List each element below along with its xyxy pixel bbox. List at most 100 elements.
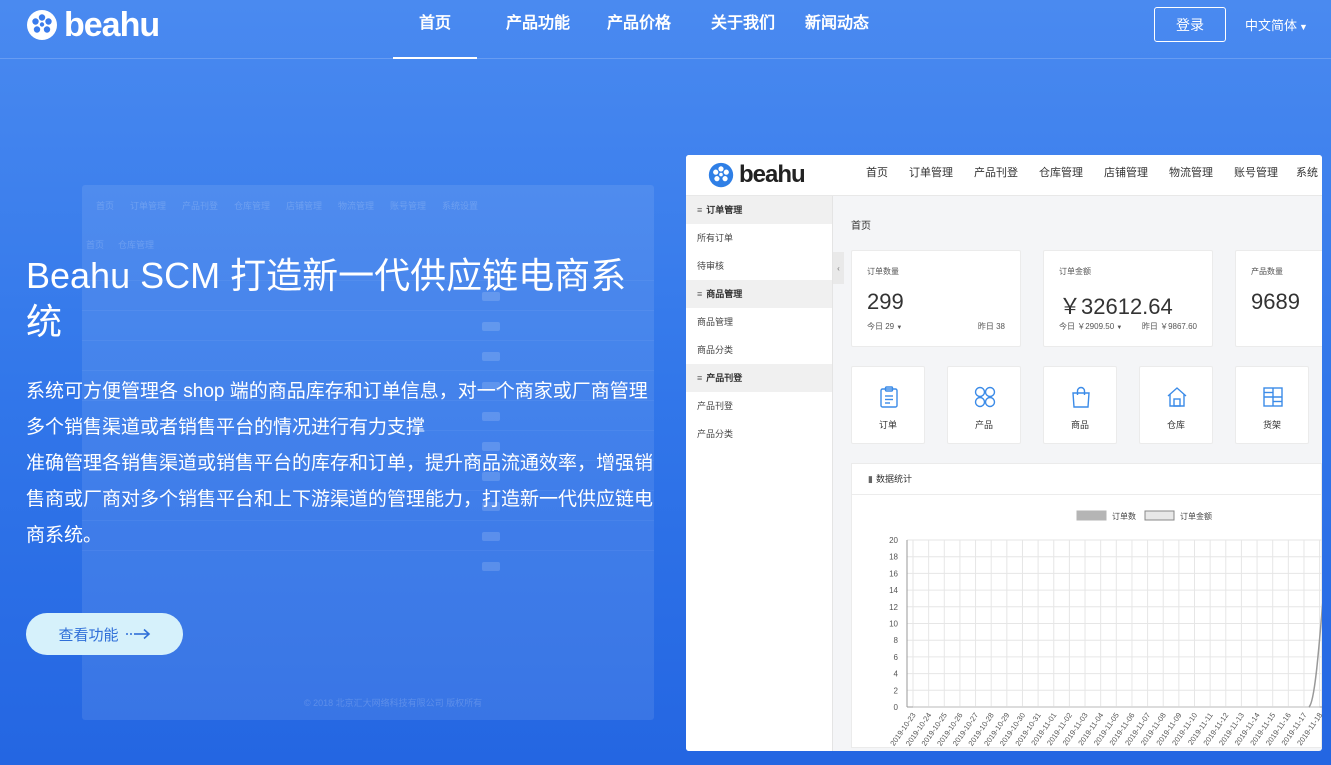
clipboard-icon [880, 386, 898, 408]
main-nav: 首页 产品功能 产品价格 关于我们 新闻动态 [393, 0, 877, 59]
stat-value: 9689 [1251, 289, 1300, 314]
tile-label: 货架 [1262, 420, 1281, 430]
brand-logo[interactable]: beahu [26, 6, 160, 44]
chart-header: ▮ 数据统计 [852, 464, 1321, 495]
ghost-row-divider [82, 370, 654, 371]
mock-nav-home[interactable]: 首页 [866, 155, 909, 196]
statistics-chart: 024681012141618202019-10-232019-10-24201… [888, 510, 1322, 748]
stat-card-order-count: 订单数量 299 今日 29 ▼ 昨日 38 [851, 250, 1021, 347]
sidebar-item-goods-category[interactable]: 商品分类 [686, 336, 832, 364]
ghost-status-pill [482, 352, 500, 361]
mock-nav-listing[interactable]: 产品刊登 [974, 155, 1039, 196]
app-screenshot-mockup: beahu 首页 订单管理 产品刊登 仓库管理 店铺管理 物流管理 账号管理 系… [686, 155, 1322, 751]
stat-value: ￥32612.64 [1059, 294, 1173, 319]
mock-brand-logo: beahu [708, 161, 806, 189]
stat-today: 今日 ￥2909.50 ▼ [1059, 321, 1122, 332]
ghost-crumb-home: 首页 [86, 240, 105, 250]
caret-down-icon: ▼ [896, 325, 903, 331]
tile-label: 仓库 [1166, 420, 1185, 430]
ghost-nav-item: 店铺管理 [286, 201, 323, 211]
sidebar-item-pending-review[interactable]: 待审核 [686, 252, 832, 280]
sidebar-group-label: 产品刊登 [706, 373, 743, 383]
y-tick-label: 10 [889, 620, 898, 629]
stat-card-product-count: 产品数量 9689 [1235, 250, 1322, 347]
mock-nav-system[interactable]: 系统 [1296, 155, 1322, 196]
sidebar-group-orders[interactable]: ≡ 订单管理 [686, 196, 832, 224]
y-tick-label: 16 [889, 569, 898, 578]
list-icon: ≡ [697, 289, 703, 299]
tile-label: 商品 [1070, 420, 1089, 430]
mock-sidebar: ≡ 订单管理 所有订单 待审核 ≡ 商品管理 商品管理 商品分类 ≡ 产品刊登 产品刊… [686, 196, 833, 751]
language-selector[interactable]: 中文简体 ▼ [1245, 15, 1308, 34]
sidebar-item-product-category[interactable]: 产品分类 [686, 420, 832, 448]
y-tick-label: 0 [894, 703, 899, 712]
y-tick-label: 14 [889, 586, 898, 595]
tile-orders[interactable]: 订单 [851, 366, 925, 444]
stat-card-order-amount: 订单金额 ￥32612.64 今日 ￥2909.50 ▼ 昨日 ￥9867.60 [1043, 250, 1213, 347]
sidebar-group-label: 订单管理 [706, 205, 743, 215]
nav-news[interactable]: 新闻动态 [797, 0, 877, 59]
nav-about[interactable]: 关于我们 [689, 0, 797, 59]
shopping-bag-icon [1072, 386, 1090, 408]
sidebar-group-listing[interactable]: ≡ 产品刊登 [686, 364, 832, 392]
caret-down-icon: ▼ [1299, 22, 1308, 32]
stat-today: 今日 29 ▼ [867, 321, 902, 332]
y-tick-label: 18 [889, 553, 898, 562]
ghost-nav-item: 物流管理 [338, 201, 375, 211]
stat-label: 产品数量 [1251, 267, 1283, 276]
sidebar-item-goods-management[interactable]: 商品管理 [686, 308, 832, 336]
view-features-button[interactable]: 查看功能 [26, 613, 183, 655]
tile-warehouse[interactable]: 仓库 [1139, 366, 1213, 444]
tile-goods[interactable]: 商品 [1043, 366, 1117, 444]
chevron-left-icon: ‹ [837, 263, 840, 273]
sidebar-group-goods[interactable]: ≡ 商品管理 [686, 280, 832, 308]
mock-nav: 首页 订单管理 产品刊登 仓库管理 店铺管理 物流管理 账号管理 系统 [866, 155, 1322, 196]
ghost-status-pill [482, 562, 500, 571]
warehouse-icon [1167, 387, 1187, 407]
mock-nav-stores[interactable]: 店铺管理 [1104, 155, 1169, 196]
nav-features[interactable]: 产品功能 [477, 0, 589, 59]
arrow-right-icon [125, 628, 150, 640]
tile-shelf[interactable]: 货架 [1235, 366, 1309, 444]
ghost-footer: © 2018 北京汇大网络科技有限公司 版权所有 [304, 698, 483, 708]
mock-header: beahu 首页 订单管理 产品刊登 仓库管理 店铺管理 物流管理 账号管理 系… [686, 155, 1322, 196]
mock-nav-accounts[interactable]: 账号管理 [1234, 155, 1296, 196]
sidebar-item-all-orders[interactable]: 所有订单 [686, 224, 832, 252]
shelf-icon [1263, 387, 1283, 407]
sidebar-collapse-button[interactable]: ‹ [833, 252, 844, 284]
sidebar-item-product-listing[interactable]: 产品刊登 [686, 392, 832, 420]
sidebar-group-label: 商品管理 [706, 289, 743, 299]
mock-nav-warehouse[interactable]: 仓库管理 [1039, 155, 1104, 196]
brand-name: beahu [64, 6, 160, 44]
y-tick-label: 12 [889, 603, 898, 612]
language-label: 中文简体 [1245, 18, 1298, 33]
login-button[interactable]: 登录 [1154, 7, 1226, 42]
ghost-nav-item: 产品刊登 [182, 201, 219, 211]
hero-description: 系统可方便管理各 shop 端的商品库存和订单信息，对一个商家或厂商管理多个销售… [26, 374, 656, 554]
ghost-nav-item: 账号管理 [390, 201, 427, 211]
bar-chart-icon: ▮ [868, 474, 873, 484]
y-tick-label: 4 [894, 670, 899, 679]
tile-products[interactable]: 产品 [947, 366, 1021, 444]
nav-home[interactable]: 首页 [393, 0, 477, 59]
stat-label: 订单数量 [867, 267, 899, 276]
mock-nav-logistics[interactable]: 物流管理 [1169, 155, 1234, 196]
nav-pricing[interactable]: 产品价格 [589, 0, 689, 59]
stat-today-value: 今日 ￥2909.50 [1059, 322, 1115, 331]
ghost-nav-item: 仓库管理 [234, 201, 271, 211]
legend-label: 订单金额 [1180, 511, 1212, 521]
statistics-chart-card: ▮ 数据统计 0 2 4 6 8 10 12 14 16 18 20 2019-10-23 2019-10… [851, 463, 1322, 748]
ghost-nav-item: 订单管理 [130, 201, 167, 211]
tile-label: 产品 [974, 420, 993, 430]
grid-icon [974, 386, 996, 408]
hero-description-2: 准确管理各销售渠道或销售平台的库存和订单，提升商品流通效率，增强销售商或厂商对多… [26, 453, 654, 546]
chart-card-title: 数据统计 [875, 474, 912, 484]
stat-value: 299 [867, 289, 904, 314]
y-tick-label: 20 [889, 536, 898, 545]
caret-down-icon: ▼ [1116, 325, 1123, 331]
ghost-nav-item: 首页 [96, 201, 115, 211]
mock-nav-orders[interactable]: 订单管理 [909, 155, 974, 196]
tile-label: 订单 [878, 420, 897, 430]
beahu-logo-icon [708, 162, 734, 188]
legend-swatch [1076, 510, 1107, 521]
